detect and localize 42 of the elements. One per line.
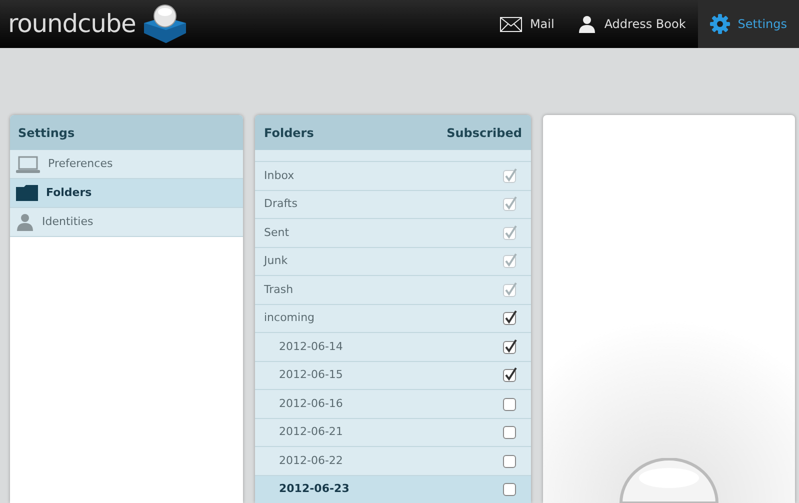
folder-row[interactable]: 2012-06-15 (255, 362, 531, 390)
folder-name: 2012-06-23 (278, 481, 350, 497)
settings-item[interactable]: Identities (10, 208, 243, 237)
settings-item[interactable]: Preferences (10, 150, 243, 179)
nav-tab[interactable]: Settings (698, 0, 799, 48)
folder-row[interactable]: 2012-06-23 (255, 476, 531, 503)
gear-icon (710, 14, 730, 34)
person-icon (16, 213, 34, 231)
folder-name: 2012-06-22 (278, 452, 343, 468)
nav-tab[interactable]: Mail (488, 0, 566, 48)
checkbox[interactable] (503, 367, 517, 384)
folder-name: 2012-06-15 (278, 367, 343, 383)
folder-name: Inbox (263, 168, 294, 184)
checkbox[interactable] (503, 338, 517, 355)
folder-name: 2012-06-14 (278, 338, 343, 354)
column-header: Subscribed (446, 124, 522, 142)
checkbox[interactable] (503, 310, 517, 326)
folder-name: Trash (263, 282, 294, 298)
settings-item[interactable]: Folders (10, 179, 243, 208)
logo-text: roundcube (8, 8, 136, 40)
checkbox[interactable] (503, 481, 517, 498)
nav-tab[interactable]: Address Book (566, 0, 698, 48)
panel-title: Settings (10, 115, 243, 150)
laptop-icon (16, 156, 40, 172)
folder-row[interactable]: 2012-06-14 (255, 333, 531, 362)
folder-name: 2012-06-16 (278, 396, 343, 412)
checkbox[interactable] (503, 396, 517, 412)
envelope-icon (500, 16, 522, 32)
folder-row[interactable]: 2012-06-21 (255, 418, 531, 447)
folder-row[interactable]: 2012-06-16 (255, 390, 531, 418)
checkbox[interactable] (503, 452, 517, 469)
folder-name: Junk (262, 253, 288, 269)
column-header: Folders (264, 124, 314, 142)
folder-name: incoming (263, 310, 315, 326)
folder-row[interactable]: 2012-06-22 (255, 447, 531, 476)
person-icon (578, 15, 596, 33)
folder-row[interactable]: incoming (255, 304, 531, 333)
folder-name: Sent (263, 224, 290, 240)
folder-name: 2012-06-21 (278, 424, 343, 440)
folder-icon (16, 185, 38, 201)
checkbox[interactable] (503, 424, 517, 440)
folder-name: Drafts (263, 196, 298, 212)
